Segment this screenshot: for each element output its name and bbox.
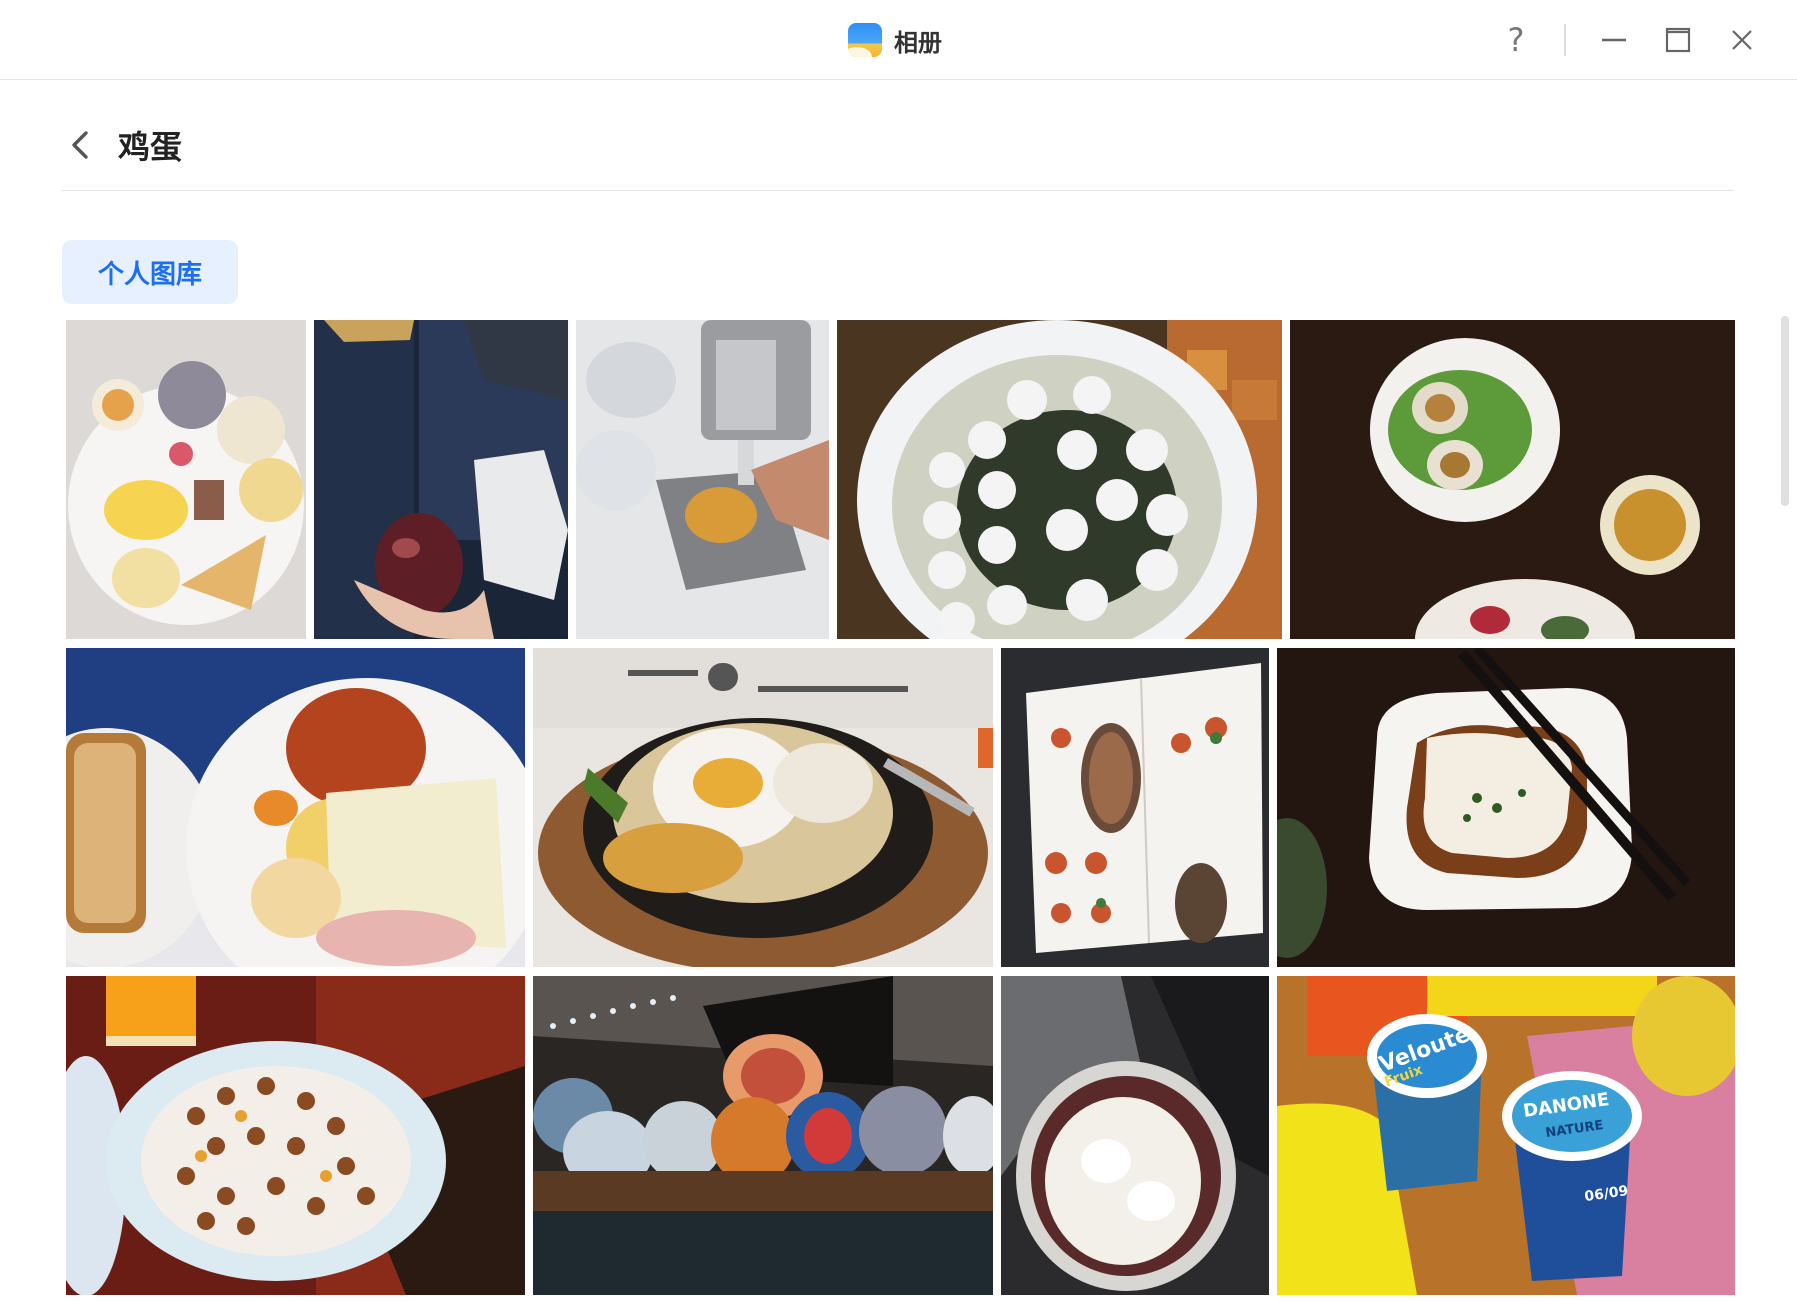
help-button[interactable]: ? (1496, 20, 1536, 60)
scrollbar-thumb[interactable] (1781, 316, 1789, 506)
photo-thumbnail[interactable] (66, 320, 306, 639)
app-name: 相册 (894, 28, 942, 57)
photo-grid: Velouté Fruix DANONE NATURE 06/09 (0, 0, 1797, 1301)
title-bar: 相册 ? (0, 0, 1797, 80)
window-controls-divider (1564, 24, 1566, 56)
tab-label: 个人图库 (97, 259, 202, 290)
photo-thumbnail[interactable] (837, 320, 1282, 639)
close-icon (1732, 30, 1752, 50)
photo-thumbnail[interactable] (576, 320, 829, 639)
photos-app-icon (848, 23, 882, 57)
photo-thumbnail[interactable] (1001, 976, 1269, 1295)
photo-thumbnail[interactable] (66, 648, 525, 967)
header-divider (62, 190, 1734, 191)
photo-fish-ball-soup (837, 320, 1282, 639)
photo-thumbnail[interactable] (1290, 320, 1735, 639)
photo-thumbnail[interactable] (1001, 648, 1269, 967)
photo-mosaic-lanterns (533, 976, 993, 1295)
minimize-button[interactable] (1594, 20, 1634, 60)
album-header: 鸡蛋 (62, 110, 182, 180)
photo-coffee-machine (576, 320, 829, 639)
photo-cereal-bowl (66, 976, 525, 1295)
photo-tea-egg (314, 320, 568, 639)
help-icon: ? (1507, 21, 1525, 59)
photo-thumbnail[interactable] (533, 648, 993, 967)
photo-yogurt-cups: Velouté Fruix DANONE NATURE 06/09 (1277, 976, 1735, 1295)
photo-thumbnail[interactable] (66, 976, 525, 1295)
close-button[interactable] (1722, 20, 1762, 60)
maximize-button[interactable] (1658, 20, 1698, 60)
maximize-icon (1665, 27, 1691, 53)
photo-thumbnail[interactable] (533, 976, 993, 1295)
photo-whipped-cream (1001, 976, 1269, 1295)
photo-menu (1001, 648, 1269, 967)
photo-english-breakfast (66, 648, 525, 967)
photo-salted-eggs (1290, 320, 1735, 639)
minimize-icon (1602, 38, 1626, 42)
photo-fried-egg-skillet (533, 648, 993, 967)
photo-breakfast-plate (66, 320, 306, 639)
photo-thumbnail[interactable] (1277, 648, 1735, 967)
photo-steamed-egg (1277, 648, 1735, 967)
back-button[interactable] (62, 126, 100, 164)
chevron-left-icon (72, 131, 88, 159)
photo-thumbnail[interactable] (314, 320, 568, 639)
page-title: 鸡蛋 (118, 128, 183, 166)
tab-personal-library[interactable]: 个人图库 (62, 240, 238, 304)
app-title-group: 相册 (848, 22, 942, 58)
photo-thumbnail[interactable]: Velouté Fruix DANONE NATURE 06/09 (1277, 976, 1735, 1295)
